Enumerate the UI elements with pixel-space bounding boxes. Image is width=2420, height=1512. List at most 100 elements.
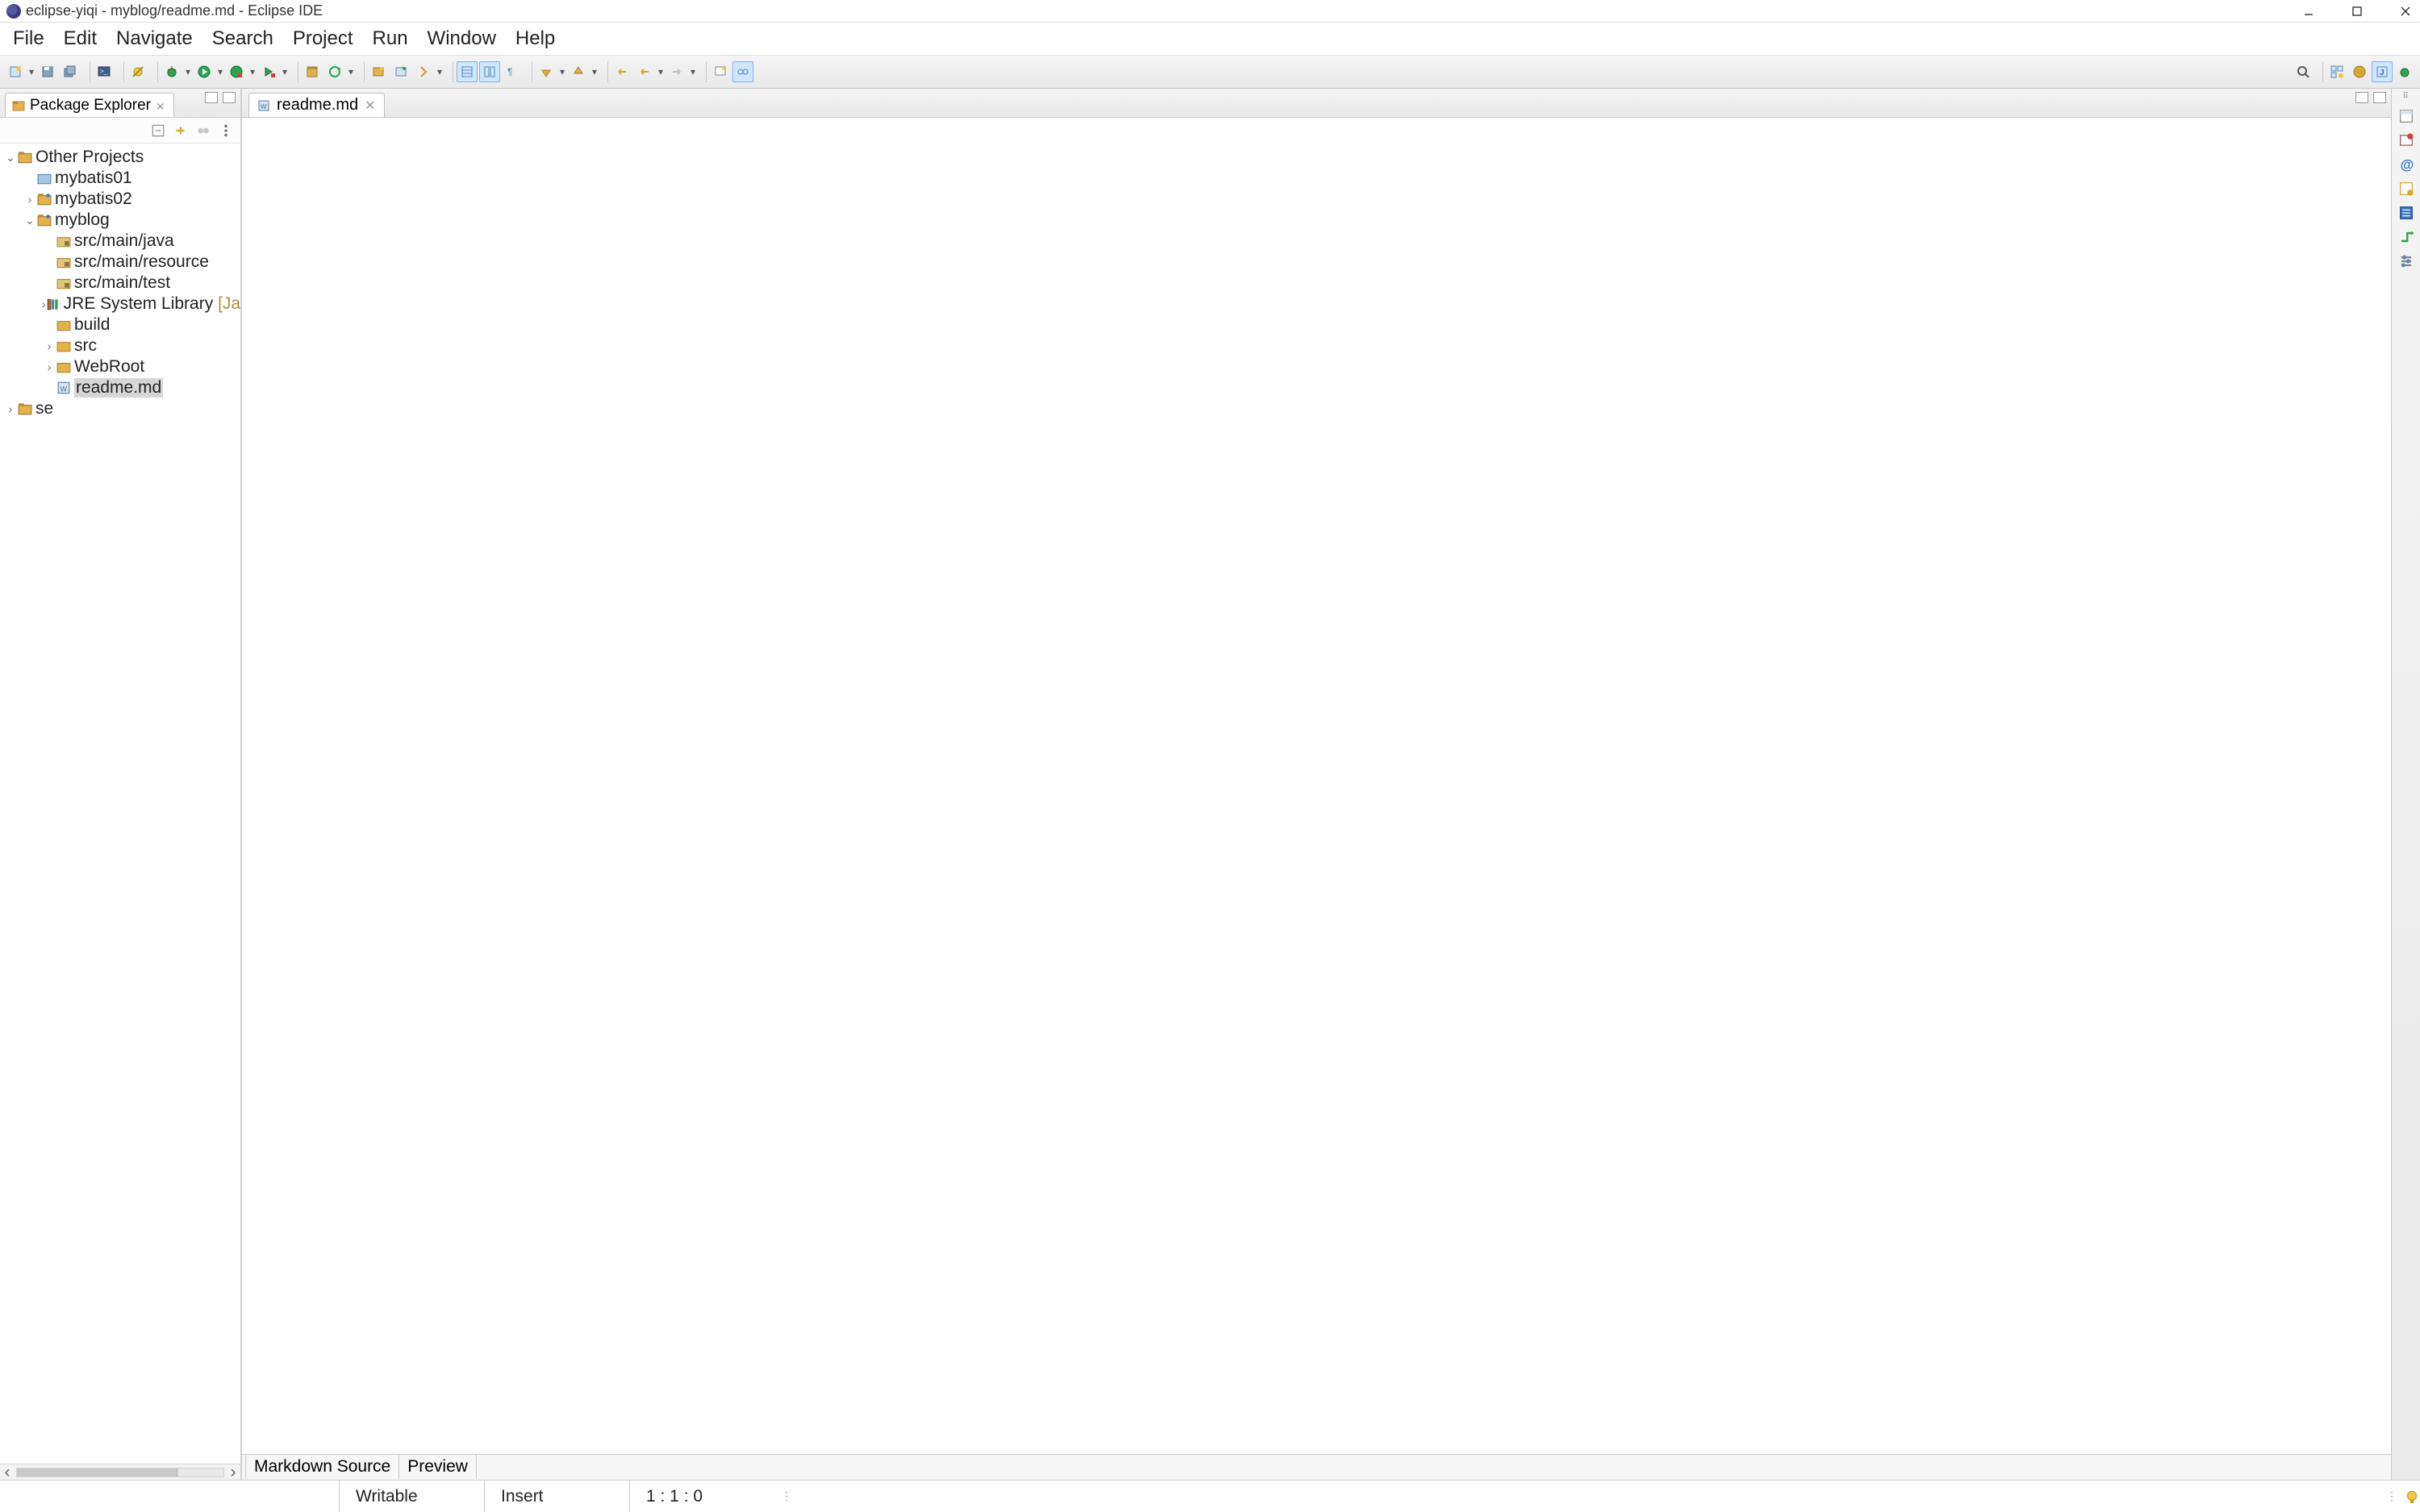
build-button[interactable] — [324, 61, 345, 82]
new-java-project-button[interactable] — [302, 61, 323, 82]
window-minimize-button[interactable] — [2301, 3, 2317, 19]
task-list-icon[interactable] — [2397, 131, 2415, 149]
tree-src-main-java[interactable]: › src/main/java — [0, 231, 240, 252]
tree-label: JRE System Library [JavaS — [64, 294, 240, 314]
link-editor-button[interactable] — [732, 61, 753, 82]
terminal-button[interactable]: >_ — [94, 61, 115, 82]
open-type-dropdown[interactable]: ▾ — [436, 66, 444, 77]
new-button[interactable] — [5, 61, 26, 82]
run-dropdown[interactable]: ▾ — [216, 66, 224, 77]
scroll-thumb[interactable] — [17, 1468, 178, 1477]
workbench: Package Explorer ✕ ⌄ Other Projects › — [0, 89, 2420, 1480]
javadoc-icon[interactable]: @ — [2397, 156, 2415, 173]
tip-bulb-icon[interactable] — [2404, 1489, 2420, 1505]
tree-mybatis02[interactable]: › mybatis02 — [0, 189, 240, 210]
tab-markdown-source[interactable]: Markdown Source — [245, 1455, 399, 1479]
menu-help[interactable]: Help — [507, 24, 563, 53]
tree-readme-md[interactable]: › W readme.md — [0, 377, 240, 398]
tree-jre-library[interactable]: › JRE System Library [JavaS — [0, 294, 240, 314]
tree-webroot[interactable]: › WebRoot — [0, 356, 240, 377]
new-package-button[interactable] — [368, 61, 389, 82]
focus-task-icon[interactable] — [195, 123, 211, 139]
coverage-button[interactable] — [226, 61, 247, 82]
package-explorer-tab[interactable]: Package Explorer ✕ — [5, 93, 174, 117]
settings-icon[interactable] — [2397, 252, 2415, 270]
editor-minimize-button[interactable] — [2355, 92, 2368, 103]
window-maximize-button[interactable] — [2349, 3, 2365, 19]
menu-run[interactable]: Run — [365, 24, 416, 53]
menu-project[interactable]: Project — [285, 24, 361, 53]
pin-editor-button[interactable] — [710, 61, 731, 82]
editor-tab-close-icon[interactable]: ✕ — [365, 98, 375, 114]
status-menu-icon[interactable]: ⋮ — [774, 1489, 799, 1503]
link-with-editor-icon[interactable] — [173, 123, 189, 139]
menu-navigate[interactable]: Navigate — [108, 24, 201, 53]
last-edit-location-button[interactable] — [611, 61, 632, 82]
quick-access-search-button[interactable] — [2293, 61, 2314, 82]
menu-window[interactable]: Window — [419, 24, 504, 53]
package-explorer-close-icon[interactable]: ✕ — [156, 100, 167, 111]
menu-file[interactable]: File — [5, 24, 52, 53]
view-maximize-button[interactable] — [223, 92, 236, 103]
build-dropdown[interactable]: ▾ — [347, 66, 355, 77]
java-ee-perspective-button[interactable] — [2349, 61, 2370, 82]
tree-se[interactable]: › se — [0, 398, 240, 419]
horizontal-scrollbar[interactable]: ‹ › — [0, 1464, 240, 1480]
save-button[interactable] — [37, 61, 58, 82]
scroll-right-icon[interactable]: › — [226, 1463, 240, 1482]
previous-annotation-dropdown[interactable]: ▾ — [590, 66, 599, 77]
view-minimize-button[interactable] — [205, 92, 218, 103]
forward-button[interactable] — [666, 61, 687, 82]
scroll-track[interactable] — [16, 1468, 224, 1477]
skip-breakpoints-button[interactable] — [127, 61, 148, 82]
editor-tab-readme[interactable]: W readme.md ✕ — [248, 93, 385, 117]
editor-maximize-button[interactable] — [2373, 92, 2386, 103]
open-type-button[interactable] — [413, 61, 434, 82]
forward-dropdown[interactable]: ▾ — [689, 66, 697, 77]
show-whitespace-button[interactable]: ¶ — [502, 61, 523, 82]
restore-view-icon[interactable] — [2397, 107, 2415, 125]
trim-handle-icon[interactable]: ⠿ — [2402, 92, 2409, 101]
editor-content[interactable] — [242, 118, 2391, 1454]
tree-mybatis01[interactable]: › mybatis01 — [0, 168, 240, 189]
debug-dropdown[interactable]: ▾ — [184, 66, 192, 77]
svg-text:W: W — [261, 103, 267, 110]
status-menu-icon[interactable]: ⋮ — [2380, 1489, 2404, 1503]
previous-annotation-button[interactable] — [568, 61, 589, 82]
connect-icon[interactable] — [2397, 228, 2415, 246]
declaration-icon[interactable] — [2397, 180, 2415, 198]
next-annotation-dropdown[interactable]: ▾ — [558, 66, 566, 77]
window-close-button[interactable] — [2397, 3, 2414, 19]
debug-perspective-button[interactable] — [2394, 61, 2415, 82]
next-annotation-button[interactable] — [536, 61, 557, 82]
back-button[interactable] — [634, 61, 655, 82]
toggle-block-selection-button[interactable] — [457, 61, 478, 82]
tab-preview[interactable]: Preview — [399, 1455, 477, 1479]
run-last-button[interactable] — [258, 61, 279, 82]
package-explorer-tree[interactable]: ⌄ Other Projects › mybatis01 › mybatis02… — [0, 144, 240, 1464]
run-last-dropdown[interactable]: ▾ — [281, 66, 289, 77]
scroll-left-icon[interactable]: ‹ — [0, 1463, 15, 1482]
tree-src[interactable]: › src — [0, 335, 240, 356]
view-menu-icon[interactable] — [218, 123, 234, 139]
run-button[interactable] — [194, 61, 215, 82]
tree-build[interactable]: › build — [0, 314, 240, 335]
collapse-all-icon[interactable] — [150, 123, 166, 139]
tree-src-main-test[interactable]: › src/main/test — [0, 273, 240, 294]
closed-folder-icon — [37, 171, 52, 185]
outline-icon[interactable] — [2397, 204, 2415, 222]
tree-myblog[interactable]: ⌄ myblog — [0, 210, 240, 231]
open-perspective-button[interactable] — [2326, 61, 2347, 82]
menu-edit[interactable]: Edit — [56, 24, 105, 53]
java-perspective-button[interactable]: J — [2372, 61, 2393, 82]
menu-search[interactable]: Search — [204, 24, 282, 53]
new-class-button[interactable] — [390, 61, 411, 82]
tree-src-main-resource[interactable]: › src/main/resource — [0, 252, 240, 273]
toggle-word-wrap-button[interactable] — [479, 61, 500, 82]
debug-button[interactable] — [161, 61, 182, 82]
save-all-button[interactable] — [60, 61, 81, 82]
back-dropdown[interactable]: ▾ — [657, 66, 665, 77]
tree-other-projects[interactable]: ⌄ Other Projects — [0, 147, 240, 168]
new-dropdown[interactable]: ▾ — [27, 66, 35, 77]
coverage-dropdown[interactable]: ▾ — [248, 66, 257, 77]
